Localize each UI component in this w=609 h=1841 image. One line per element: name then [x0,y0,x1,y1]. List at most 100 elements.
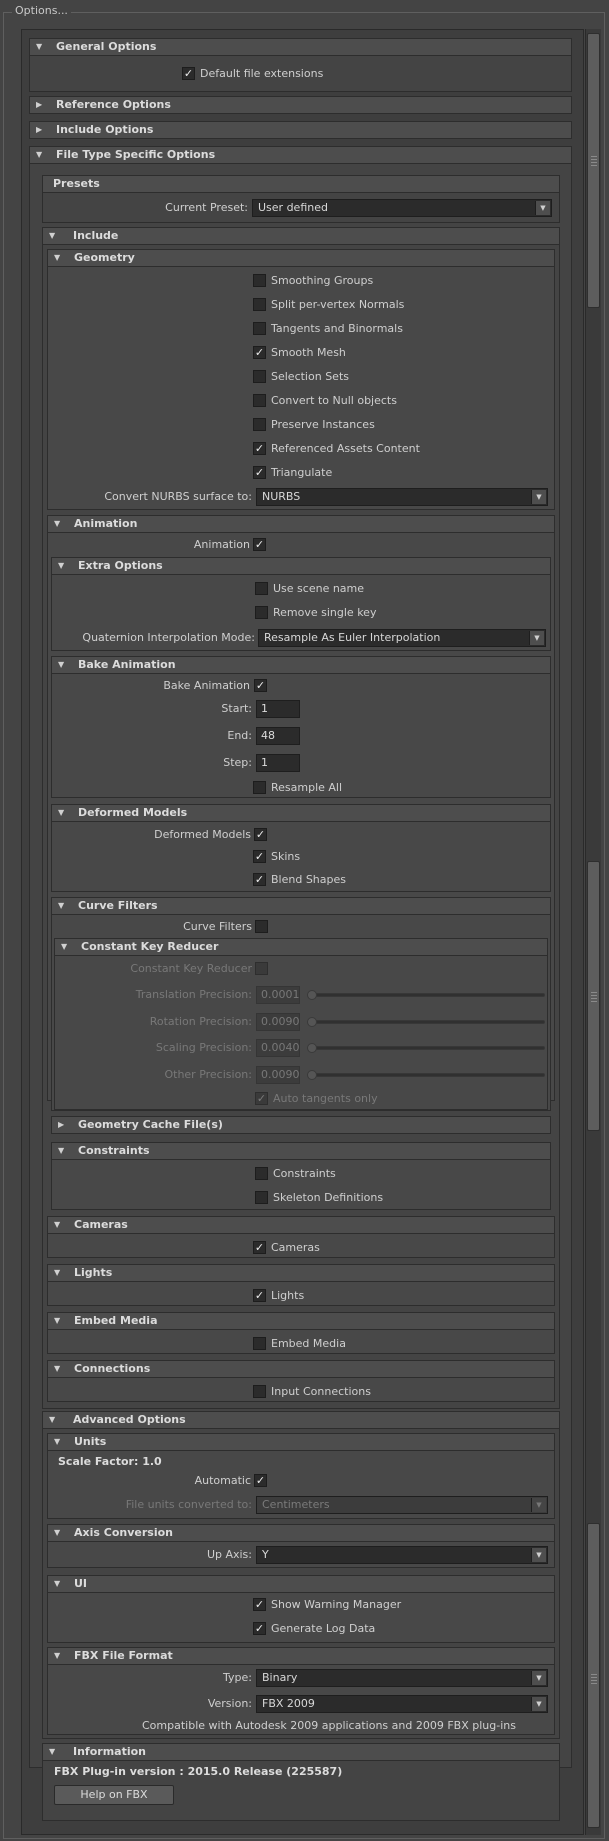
slider-knob[interactable] [307,1043,317,1053]
scaling-precision-field[interactable]: 0.0040 [256,1039,300,1057]
translation-precision-field[interactable]: 0.0001 [256,986,300,1004]
section-deformed-models[interactable]: ▼ Deformed Models [51,804,551,822]
deformed-models-checkbox[interactable]: ✓ [254,828,267,841]
format-version-combo[interactable]: FBX 2009 ▼ [256,1695,548,1713]
ckr-checkbox[interactable] [255,962,268,975]
constraints-checkbox[interactable] [255,1167,268,1180]
scrollbar-thumb-top[interactable] [587,33,600,308]
section-title: Units [74,1435,107,1448]
smooth-mesh-checkbox[interactable]: ✓ [253,346,266,359]
section-title: Geometry [74,251,135,264]
section-constraints[interactable]: ▼ Constraints [51,1142,551,1160]
section-advanced-options[interactable]: ▼ Advanced Options [42,1411,560,1429]
section-information[interactable]: ▼ Information [42,1743,560,1761]
section-title: General Options [56,40,157,53]
scaling-precision-slider[interactable] [307,1046,545,1050]
scaling-precision-label: Scaling Precision: [155,1041,252,1054]
default-extensions-checkbox[interactable]: ✓ [182,67,195,80]
section-constant-key-reducer[interactable]: ▼ Constant Key Reducer [54,938,548,956]
section-animation[interactable]: ▼ Animation [47,515,555,533]
bake-end-field[interactable]: 48 [256,727,300,745]
curve-filters-checkbox[interactable] [255,920,268,933]
lights-checkbox[interactable]: ✓ [253,1289,266,1302]
blend-shapes-checkbox[interactable]: ✓ [253,873,266,886]
section-geometry-cache[interactable]: ▶ Geometry Cache File(s) [51,1116,551,1134]
quaternion-mode-label: Quaternion Interpolation Mode: [82,631,255,644]
section-title: Animation [74,517,138,530]
section-units[interactable]: ▼ Units [47,1433,555,1451]
vertical-scrollbar[interactable] [585,29,601,1835]
split-normals-checkbox[interactable] [253,298,266,311]
use-scene-name-checkbox[interactable] [255,582,268,595]
current-preset-combo[interactable]: User defined ▼ [252,199,552,217]
triangle-right-icon: ▶ [36,100,43,109]
section-fbx-file-format[interactable]: ▼ FBX File Format [47,1647,555,1665]
smoothing-groups-label: Smoothing Groups [271,274,374,287]
help-on-fbx-button[interactable]: Help on FBX [54,1785,174,1805]
section-ui[interactable]: ▼ UI [47,1575,555,1593]
smoothing-groups-checkbox[interactable] [253,274,266,287]
section-presets: Presets [42,175,560,193]
triangulate-checkbox[interactable]: ✓ [253,466,266,479]
embed-media-label: Embed Media [271,1337,346,1350]
section-geometry[interactable]: ▼ Geometry [47,249,555,267]
section-general-options[interactable]: ▼ General Options [29,38,572,56]
convert-nurbs-combo[interactable]: NURBS ▼ [256,488,548,506]
remove-single-key-checkbox[interactable] [255,606,268,619]
skins-checkbox[interactable]: ✓ [253,850,266,863]
combo-value: User defined [258,201,328,214]
bake-step-field[interactable]: 1 [256,754,300,772]
format-type-combo[interactable]: Binary ▼ [256,1669,548,1687]
other-precision-slider[interactable] [307,1073,545,1077]
section-include-options[interactable]: ▶ Include Options [29,121,572,139]
slider-knob[interactable] [307,990,317,1000]
embed-media-checkbox[interactable] [253,1337,266,1350]
section-curve-filters[interactable]: ▼ Curve Filters [51,897,551,915]
resample-all-checkbox[interactable] [253,781,266,794]
up-axis-label: Up Axis: [206,1548,252,1561]
quaternion-mode-combo[interactable]: Resample As Euler Interpolation ▼ [258,629,546,647]
translation-precision-slider[interactable] [307,993,545,997]
referenced-assets-checkbox[interactable]: ✓ [253,442,266,455]
rotation-precision-slider[interactable] [307,1020,545,1024]
bake-start-field[interactable]: 1 [256,700,300,718]
section-extra-options[interactable]: ▼ Extra Options [51,557,551,575]
section-reference-options[interactable]: ▶ Reference Options [29,96,572,114]
section-title: Embed Media [74,1314,158,1327]
preserve-instances-checkbox[interactable] [253,418,266,431]
bake-animation-label: Bake Animation [163,679,250,692]
auto-tangents-checkbox[interactable]: ✓ [255,1092,268,1105]
section-axis-conversion[interactable]: ▼ Axis Conversion [47,1524,555,1542]
rotation-precision-field[interactable]: 0.0090 [256,1013,300,1031]
section-connections[interactable]: ▼ Connections [47,1360,555,1378]
up-axis-combo[interactable]: Y ▼ [256,1546,548,1564]
file-units-combo[interactable]: Centimeters ▼ [256,1496,548,1514]
section-cameras[interactable]: ▼ Cameras [47,1216,555,1234]
split-normals-label: Split per-vertex Normals [271,298,405,311]
show-warning-manager-checkbox[interactable]: ✓ [253,1598,266,1611]
input-connections-checkbox[interactable] [253,1385,266,1398]
selection-sets-checkbox[interactable] [253,370,266,383]
section-lights[interactable]: ▼ Lights [47,1264,555,1282]
cameras-checkbox[interactable]: ✓ [253,1241,266,1254]
section-title: UI [74,1577,88,1590]
generate-log-data-checkbox[interactable]: ✓ [253,1622,266,1635]
section-embed-media[interactable]: ▼ Embed Media [47,1312,555,1330]
section-include[interactable]: ▼ Include [42,227,560,245]
convert-null-checkbox[interactable] [253,394,266,407]
section-title: Presets [53,177,100,190]
bake-animation-checkbox[interactable]: ✓ [254,679,267,692]
slider-knob[interactable] [307,1070,317,1080]
animation-checkbox[interactable]: ✓ [253,538,266,551]
section-file-type-specific[interactable]: ▼ File Type Specific Options [29,146,572,164]
triangle-down-icon: ▼ [54,253,61,262]
combo-value: Y [262,1548,269,1561]
scrollbar-thumb-middle[interactable] [587,861,600,1131]
section-bake-animation[interactable]: ▼ Bake Animation [51,656,551,674]
automatic-checkbox[interactable]: ✓ [254,1474,267,1487]
skeleton-definitions-checkbox[interactable] [255,1191,268,1204]
other-precision-field[interactable]: 0.0090 [256,1066,300,1084]
slider-knob[interactable] [307,1017,317,1027]
scrollbar-thumb-bottom[interactable] [587,1523,600,1828]
tangents-binormals-checkbox[interactable] [253,322,266,335]
